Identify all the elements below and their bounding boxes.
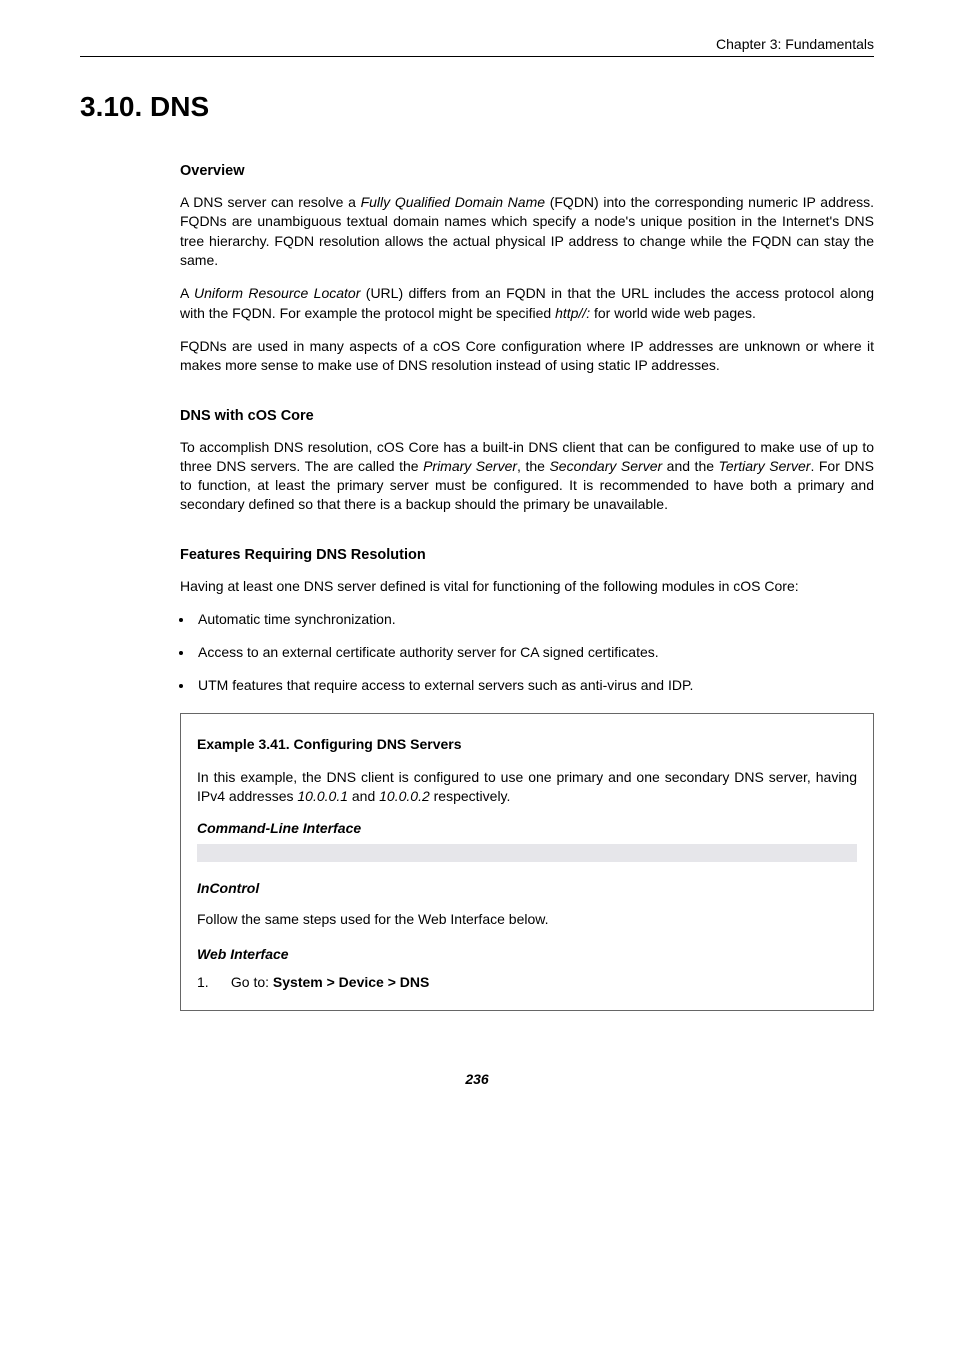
chapter-header: Chapter 3: Fundamentals	[80, 36, 874, 52]
text: for world wide web pages.	[590, 305, 756, 321]
list-item: Access to an external certificate author…	[194, 643, 874, 662]
web-label: Web Interface	[197, 946, 857, 962]
overview-p3: FQDNs are used in many aspects of a cOS …	[180, 337, 874, 376]
header-rule	[80, 56, 874, 57]
cli-label: Command-Line Interface	[197, 820, 857, 836]
content-area: Overview A DNS server can resolve a Full…	[180, 163, 874, 1011]
incontrol-label: InControl	[197, 880, 857, 896]
step-prefix: Go to:	[231, 974, 273, 990]
example-title: Example 3.41. Configuring DNS Servers	[197, 736, 857, 752]
incontrol-text: Follow the same steps used for the Web I…	[197, 910, 857, 929]
features-p1: Having at least one DNS server defined i…	[180, 577, 874, 596]
primary-server-term: Primary Server	[423, 458, 517, 474]
url-term: Uniform Resource Locator	[194, 285, 360, 301]
http-term: http//:	[555, 305, 590, 321]
ip1: 10.0.0.1	[297, 788, 348, 804]
list-item: UTM features that require access to exte…	[194, 676, 874, 695]
ip2: 10.0.0.2	[379, 788, 430, 804]
tertiary-server-term: Tertiary Server	[719, 458, 811, 474]
example-p1: In this example, the DNS client is confi…	[197, 768, 857, 806]
overview-p2: A Uniform Resource Locator (URL) differs…	[180, 284, 874, 323]
features-list: Automatic time synchronization. Access t…	[180, 610, 874, 695]
text: and	[348, 788, 379, 804]
code-bar	[197, 844, 857, 862]
dns-cos-heading: DNS with cOS Core	[180, 408, 874, 424]
overview-p1: A DNS server can resolve a Fully Qualifi…	[180, 193, 874, 270]
text: A DNS server can resolve a	[180, 194, 361, 210]
text: respectively.	[430, 788, 511, 804]
step-1: 1. Go to: System > Device > DNS	[197, 974, 857, 990]
page: Chapter 3: Fundamentals 3.10. DNS Overvi…	[0, 0, 954, 1351]
text: A	[180, 285, 194, 301]
dns-cos-p1: To accomplish DNS resolution, cOS Core h…	[180, 438, 874, 515]
step-path: System > Device > DNS	[273, 974, 429, 990]
fqdn-term: Fully Qualified Domain Name	[361, 194, 545, 210]
page-number: 236	[80, 1071, 874, 1087]
text: , the	[517, 458, 549, 474]
list-item: Automatic time synchronization.	[194, 610, 874, 629]
secondary-server-term: Secondary Server	[549, 458, 662, 474]
text: In this example, the DNS client is confi…	[197, 769, 857, 804]
overview-heading: Overview	[180, 163, 874, 179]
example-box: Example 3.41. Configuring DNS Servers In…	[180, 713, 874, 1012]
section-title: 3.10. DNS	[80, 91, 874, 123]
step-number: 1.	[197, 974, 227, 990]
features-heading: Features Requiring DNS Resolution	[180, 547, 874, 563]
text: and the	[662, 458, 718, 474]
